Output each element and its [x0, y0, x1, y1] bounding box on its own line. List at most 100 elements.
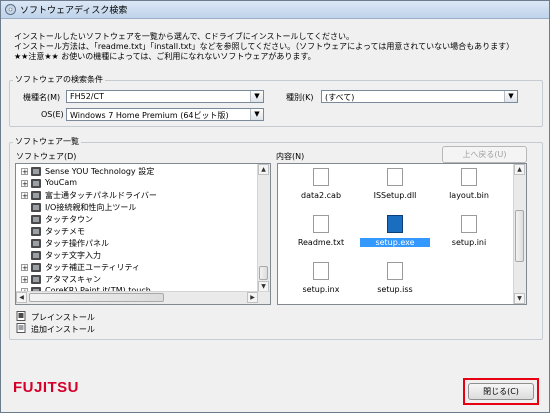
ini-file-icon	[461, 215, 477, 233]
scroll-left-icon[interactable]: ◀	[16, 292, 27, 303]
tree-item-label: タッチ操作パネル	[45, 239, 109, 248]
category-select[interactable]: (すべて) ▼	[321, 90, 518, 103]
file-item[interactable]: setup.iss	[360, 262, 430, 296]
disc-app-icon	[5, 4, 16, 15]
file-item[interactable]: setup.exe	[360, 215, 430, 249]
software-package-icon	[31, 215, 41, 224]
tree-vertical-scrollbar[interactable]: ▲ ▼	[257, 164, 270, 292]
setup-exe-icon	[387, 215, 403, 233]
close-button[interactable]: 閉じる(C)	[468, 383, 534, 400]
notice-label: 注意	[28, 52, 45, 61]
expand-icon[interactable]: +	[21, 168, 28, 176]
software-disc-search-window: ソフトウェアディスク検索 インストールしたいソフトウェアを一覧から選んで、Cドラ…	[0, 0, 550, 413]
window-title: ソフトウェアディスク検索	[20, 6, 128, 16]
software-package-icon	[31, 191, 41, 200]
dll-file-icon	[387, 168, 403, 186]
contents-label: 内容(N)	[276, 152, 305, 161]
tree-item[interactable]: + アタマスキャン	[16, 274, 256, 285]
tree-item[interactable]: タッチ操作パネル	[16, 238, 256, 249]
software-package-icon	[31, 203, 41, 212]
files-vertical-scrollbar[interactable]: ▲ ▼	[513, 164, 526, 304]
file-name: setup.exe	[360, 238, 430, 247]
tree-item-label: タッチ文字入力	[45, 251, 101, 260]
model-label: 機種名(M)	[23, 93, 61, 102]
scroll-down-icon[interactable]: ▼	[514, 293, 525, 304]
scroll-up-icon[interactable]: ▲	[258, 164, 269, 175]
tree-item[interactable]: + タッチ補正ユーティリティ	[16, 262, 256, 273]
tree-item-label: アタマスキャン	[45, 275, 101, 284]
dropdown-arrow-icon[interactable]: ▼	[250, 91, 263, 102]
tree-item[interactable]: タッチ文字入力	[16, 250, 256, 261]
scroll-right-icon[interactable]: ▶	[247, 292, 258, 303]
file-name: setup.inx	[302, 285, 340, 294]
tree-item[interactable]: I/O接続親和性向上ツール	[16, 202, 256, 213]
tree-item-label: Sense YOU Technology 設定	[45, 167, 155, 176]
tree-item[interactable]: タッチメモ	[16, 226, 256, 237]
os-select[interactable]: Windows 7 Home Premium (64ビット版) ▼	[66, 108, 264, 121]
file-name: Readme.txt	[297, 238, 345, 247]
iss-file-icon	[387, 262, 403, 280]
tree-item-label: YouCam	[45, 178, 78, 187]
dropdown-arrow-icon[interactable]: ▼	[504, 91, 517, 102]
scroll-thumb[interactable]	[515, 210, 524, 262]
inx-file-icon	[313, 262, 329, 280]
tree-item-label: タッチメモ	[45, 227, 85, 236]
file-item[interactable]: layout.bin	[434, 168, 504, 202]
file-item[interactable]: Readme.txt	[286, 215, 356, 249]
tree-horizontal-scrollbar[interactable]: ◀ ▶	[16, 291, 270, 304]
file-list[interactable]: data2.cab ISSetup.dll layout.bin Readme.txt…	[277, 163, 527, 305]
tree-item[interactable]: タッチタウン	[16, 214, 256, 225]
file-item[interactable]: ISSetup.dll	[360, 168, 430, 202]
software-tree-label: ソフトウェア(D)	[16, 152, 77, 161]
notice-text: お使いの機種によっては、ご利用になれないソフトウェアがあります。	[61, 52, 316, 61]
bin-file-icon	[461, 168, 477, 186]
tree-item[interactable]: + Sense YOU Technology 設定	[16, 166, 256, 177]
expand-icon[interactable]: +	[21, 180, 28, 188]
software-package-icon	[31, 167, 41, 176]
preinstall-label: プレインストール	[31, 313, 95, 322]
file-item[interactable]: data2.cab	[286, 168, 356, 202]
expand-icon[interactable]: +	[21, 192, 28, 200]
fujitsu-logo: FUJITSU	[13, 379, 80, 396]
os-value: Windows 7 Home Premium (64ビット版)	[70, 111, 229, 120]
tree-item-label: タッチタウン	[45, 215, 93, 224]
expand-icon[interactable]: +	[21, 264, 28, 272]
software-package-icon	[31, 275, 41, 284]
software-list-label: ソフトウェア一覧	[13, 136, 81, 147]
category-value: (すべて)	[325, 93, 355, 102]
model-select[interactable]: FH52/CT ▼	[66, 90, 264, 103]
file-item[interactable]: setup.inx	[286, 262, 356, 296]
file-name: setup.iss	[377, 285, 413, 294]
tree-item[interactable]: + 富士通タッチパネルドライバー	[16, 190, 256, 201]
scroll-up-icon[interactable]: ▲	[514, 164, 525, 175]
os-label: OS(E)	[41, 110, 64, 119]
add-install-label: 追加インストール	[31, 325, 95, 334]
expand-icon[interactable]: +	[21, 276, 28, 284]
star-mark: ★★	[14, 52, 29, 61]
tree-item-label: 富士通タッチパネルドライバー	[45, 191, 157, 200]
scroll-thumb[interactable]	[259, 266, 268, 280]
up-button[interactable]: 上へ戻る(U)	[442, 146, 527, 163]
dropdown-arrow-icon[interactable]: ▼	[250, 109, 263, 120]
star-mark: ★★	[44, 52, 59, 61]
software-tree[interactable]: + Sense YOU Technology 設定 + YouCam + 富士通タッチパネ…	[15, 163, 271, 305]
category-label: 種別(K)	[286, 93, 314, 102]
software-package-icon	[31, 179, 41, 188]
search-conditions-label: ソフトウェアの検索条件	[13, 74, 105, 85]
instruction-line-3: ★★注意★★ お使いの機種によっては、ご利用になれないソフトウェアがあります。	[14, 51, 316, 62]
tree-item-label: タッチ補正ユーティリティ	[45, 263, 141, 272]
file-name: data2.cab	[300, 191, 342, 200]
file-name: layout.bin	[449, 191, 489, 200]
file-name: setup.ini	[451, 238, 487, 247]
tree-item[interactable]: + YouCam	[16, 178, 256, 189]
scroll-thumb[interactable]	[29, 293, 164, 302]
text-file-icon	[313, 215, 329, 233]
preinstall-icon	[16, 311, 26, 321]
software-package-icon	[31, 227, 41, 236]
file-item[interactable]: setup.ini	[434, 215, 504, 249]
software-package-icon	[31, 251, 41, 260]
software-package-icon	[31, 239, 41, 248]
file-name: ISSetup.dll	[373, 191, 417, 200]
add-install-icon	[16, 323, 26, 333]
cab-file-icon	[313, 168, 329, 186]
